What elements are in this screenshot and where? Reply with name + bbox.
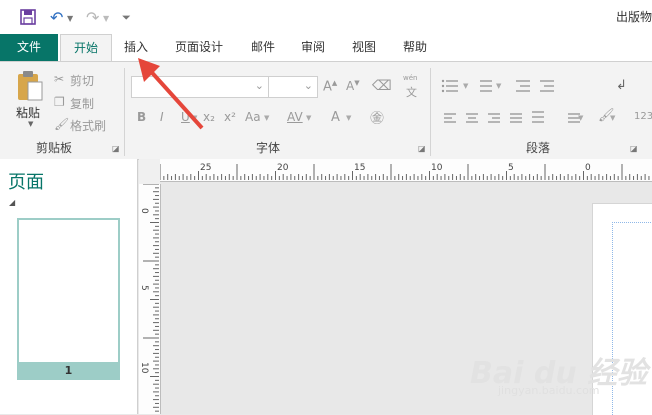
dialog-launcher-icon[interactable]: ◪	[112, 144, 120, 153]
page-thumbnail[interactable]	[17, 218, 120, 380]
format-painter-icon: 🖌	[54, 117, 70, 131]
chevron-down-icon: ⌄	[254, 79, 264, 92]
ruler-label: 10	[139, 362, 149, 374]
chevron-down-icon[interactable]: ▼	[578, 114, 583, 122]
tab-home[interactable]: 开始	[60, 34, 112, 63]
ruler-label: 5	[508, 163, 514, 173]
page-thumbnail-number: 1	[17, 362, 120, 380]
superscript-button[interactable]: x²	[224, 110, 236, 124]
chevron-down-icon[interactable]: ▼	[264, 114, 269, 122]
font-size-dropdown[interactable]: ⌄	[268, 76, 318, 98]
ruler-label: 5	[139, 285, 149, 291]
ruler-label: 10	[431, 163, 443, 173]
horizontal-ruler[interactable]: 25 20 15 10 5 0	[160, 159, 652, 182]
shrink-font-icon[interactable]: A▼	[346, 79, 360, 93]
dialog-launcher-icon[interactable]: ◪	[418, 144, 426, 153]
copy-button[interactable]: 复制	[70, 95, 94, 112]
vertical-ruler[interactable]: 0 5 10	[139, 184, 161, 414]
clipboard-group-label: 剪贴板	[36, 141, 73, 155]
ruler-label: 20	[277, 163, 289, 173]
ruler-label: 25	[200, 163, 211, 173]
paragraph-group-label: 段落	[526, 141, 551, 155]
paste-icon[interactable]	[16, 70, 44, 102]
overflow-numbering[interactable]: 123	[634, 111, 652, 122]
character-spacing-button[interactable]: AV	[287, 110, 303, 124]
ruler-label: 0	[585, 163, 591, 173]
format-painter-button[interactable]: 格式刷	[70, 117, 106, 134]
paste-button[interactable]: 粘贴	[16, 104, 40, 121]
ruler-label: 0	[139, 208, 149, 214]
group-separator	[124, 68, 125, 156]
chevron-down-icon[interactable]: ▼	[306, 114, 311, 122]
chevron-down-icon[interactable]: ▼	[496, 82, 501, 90]
ruler-corner	[139, 159, 160, 184]
dialog-launcher-icon[interactable]: ◪	[630, 144, 638, 153]
cut-icon: ✂	[54, 72, 65, 86]
annotation-arrow-icon	[138, 58, 204, 130]
ruler-label: 15	[354, 163, 365, 173]
customize-qat-icon[interactable]: ⏷	[122, 11, 131, 25]
chevron-down-icon[interactable]: ▼	[103, 14, 109, 23]
font-group-label: 字体	[256, 141, 281, 155]
window-title: 出版物	[615, 10, 652, 24]
tab-help[interactable]: 帮助	[396, 34, 434, 61]
pinyin-guide-button[interactable]: 文	[406, 84, 417, 100]
cut-button[interactable]: 剪切	[70, 72, 94, 89]
title-bar: ↶ ▼ ↷ ▼ ⏷ 出版物	[0, 0, 652, 34]
line-break-icon[interactable]: ↲	[616, 78, 627, 93]
pinyin-guide-label[interactable]: wén	[403, 74, 417, 82]
chevron-down-icon: ⌄	[303, 79, 313, 92]
chevron-down-icon[interactable]: ▼	[28, 120, 33, 128]
change-case-button[interactable]: Aa	[245, 110, 261, 124]
watermark-url: jingyan.baidu.com	[498, 384, 600, 397]
tab-view[interactable]: 视图	[345, 34, 383, 61]
grow-font-icon[interactable]: A▲	[323, 79, 337, 94]
chevron-down-icon[interactable]: ▼	[346, 114, 351, 122]
save-icon[interactable]	[20, 9, 36, 25]
pages-pane-title: 页面	[8, 172, 44, 193]
shading-icon[interactable]: 🖌	[598, 108, 615, 123]
enclose-characters-icon[interactable]: ㊎	[370, 108, 384, 128]
collapse-triangle-icon[interactable]: ◢	[9, 198, 15, 207]
undo-icon[interactable]: ↶	[50, 8, 63, 27]
tab-file[interactable]: 文件	[0, 34, 58, 61]
tab-review[interactable]: 审阅	[294, 34, 332, 61]
tab-mailings[interactable]: 邮件	[244, 34, 282, 61]
font-color-button[interactable]: A	[331, 110, 340, 125]
copy-icon: ❐	[54, 95, 65, 109]
chevron-down-icon[interactable]: ▼	[67, 14, 73, 23]
clear-formatting-icon[interactable]: ⌫	[372, 78, 392, 94]
chevron-down-icon[interactable]: ▼	[463, 82, 468, 90]
redo-icon[interactable]: ↷	[86, 8, 99, 27]
group-separator	[430, 68, 431, 156]
